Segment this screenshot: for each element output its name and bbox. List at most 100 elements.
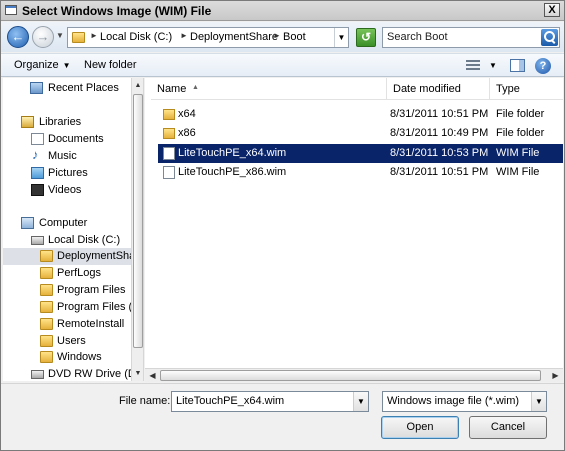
file-name: LiteTouchPE_x64.wim [178,147,287,159]
nav-item-recent-places[interactable]: Recent Places [3,80,131,96]
file-name-label: File name: [119,395,171,407]
help-icon[interactable]: ? [535,58,551,74]
breadcrumb-deploymentshare[interactable]: DeploymentShare [190,31,278,43]
nav-item-remoteinstall[interactable]: RemoteInstall [3,316,131,332]
nav-item-program-files[interactable]: Program Files [3,282,131,298]
file-row-litetouchpe-x64[interactable]: LiteTouchPE_x64.wim 8/31/2011 10:53 PM W… [158,144,563,163]
nav-item-dvd-drive[interactable]: DVD RW Drive (D:) [3,366,143,381]
nav-vertical-scrollbar[interactable]: ▲ ▼ [131,78,143,381]
libraries-icon [21,116,34,128]
breadcrumb-arrow-icon[interactable]: ► [90,31,98,40]
videos-icon [31,184,44,196]
scroll-down-arrow-icon[interactable]: ▼ [132,367,143,380]
scrollbar-thumb[interactable] [133,94,143,348]
nav-item-documents[interactable]: Documents [3,131,131,147]
dvd-drive-icon [31,370,44,379]
file-type: File folder [496,127,545,139]
nav-item-computer[interactable]: Computer [3,215,131,231]
nav-item-perflogs[interactable]: PerfLogs [3,265,131,281]
folder-icon [72,32,85,43]
view-options-dropdown[interactable]: ▼ [489,61,497,70]
file-name: LiteTouchPE_x86.wim [178,166,287,178]
breadcrumb-boot[interactable]: Boot [283,31,306,43]
forward-arrow-icon: → [36,29,50,44]
nav-item-libraries[interactable]: Libraries [3,114,131,130]
computer-icon [21,217,34,229]
breadcrumb-local-disk[interactable]: Local Disk (C:) [100,31,172,43]
file-name: x86 [178,127,196,139]
back-button[interactable]: ← [7,26,29,48]
file-name: x64 [178,108,196,120]
cancel-button[interactable]: Cancel [469,416,547,439]
file-type-filter-select[interactable]: Windows image file (*.wim) ▼ [382,391,547,412]
search-input[interactable] [387,31,537,43]
select-wim-dialog: Select Windows Image (WIM) File X ← → ▼ … [0,0,565,451]
nav-item-pictures[interactable]: Pictures [3,165,131,181]
pictures-icon [31,167,44,179]
organize-button[interactable]: Organize ▼ [14,59,71,71]
forward-button[interactable]: → [32,26,54,48]
file-row-x64[interactable]: x64 8/31/2011 10:51 PM File folder [158,105,563,124]
new-folder-button[interactable]: New folder [84,59,137,71]
column-header-name[interactable]: Name ▲ [151,78,387,100]
file-date: 8/31/2011 10:51 PM [390,166,489,178]
recent-pages-dropdown[interactable]: ▼ [56,31,64,40]
scrollbar-thumb[interactable] [160,370,541,381]
file-date: 8/31/2011 10:51 PM [390,108,489,120]
sort-ascending-icon: ▲ [192,84,199,91]
file-icon [163,166,175,179]
organize-label: Organize [14,59,59,71]
breadcrumb-arrow-icon[interactable]: ► [273,31,281,40]
nav-item-windows[interactable]: Windows [3,349,131,365]
file-type: WIM File [496,166,540,178]
nav-item-videos[interactable]: Videos [3,182,131,198]
refresh-button[interactable]: ↺ [356,28,376,47]
window-title: Select Windows Image (WIM) File [22,4,212,18]
folder-icon [40,267,53,279]
file-list-horizontal-scrollbar[interactable]: ◀ ▶ [145,368,563,382]
scroll-up-arrow-icon[interactable]: ▲ [132,79,143,92]
file-name-input[interactable] [174,394,352,408]
folder-icon [40,284,53,296]
file-type: WIM File [496,147,540,159]
close-button[interactable]: X [544,3,560,17]
file-type: File folder [496,108,545,120]
address-bar[interactable]: ► Local Disk (C:) ► DeploymentShare ► Bo… [67,27,349,48]
folder-icon [40,301,53,313]
navigation-pane[interactable]: Recent Places Libraries Documents Music … [3,78,144,381]
folder-icon [163,128,175,139]
nav-item-users[interactable]: Users [3,333,131,349]
open-button[interactable]: Open [381,416,459,439]
recent-places-icon [30,82,43,94]
chevron-down-icon[interactable]: ▼ [531,392,546,411]
file-list[interactable]: Name ▲ Date modified Type x64 8/31/2011 … [145,78,563,368]
file-row-x86[interactable]: x86 8/31/2011 10:49 PM File folder [158,124,563,143]
search-box[interactable] [382,27,560,48]
folder-icon [40,335,53,347]
back-arrow-icon: ← [11,29,25,44]
nav-item-program-files-x86[interactable]: Program Files (x86) [3,299,143,315]
breadcrumb-arrow-icon[interactable]: ► [180,31,188,40]
music-icon [31,147,44,162]
search-icon[interactable] [541,29,558,46]
refresh-icon: ↺ [360,30,372,44]
file-name-combobox[interactable]: ▼ [171,391,369,412]
file-row-litetouchpe-x86[interactable]: LiteTouchPE_x86.wim 8/31/2011 10:51 PM W… [158,163,563,182]
change-view-icon[interactable] [466,59,480,71]
folder-icon [40,351,53,363]
address-dropdown[interactable]: ▼ [334,28,348,47]
scroll-right-arrow-icon[interactable]: ▶ [549,369,562,382]
nav-item-local-disk[interactable]: Local Disk (C:) [3,232,131,248]
title-bar[interactable]: Select Windows Image (WIM) File X [1,1,564,21]
chevron-down-icon[interactable]: ▼ [353,392,368,411]
nav-item-music[interactable]: Music [3,147,131,164]
column-header-date-modified[interactable]: Date modified [387,78,490,100]
preview-pane-icon[interactable] [510,59,525,72]
hard-disk-icon [31,236,44,245]
folder-icon [40,318,53,330]
scroll-left-arrow-icon[interactable]: ◀ [146,369,159,382]
nav-item-deploymentshare[interactable]: DeploymentShare [3,248,143,265]
column-header-type[interactable]: Type [490,78,563,100]
file-icon [163,147,175,160]
file-type-filter-value: Windows image file (*.wim) [387,395,520,407]
